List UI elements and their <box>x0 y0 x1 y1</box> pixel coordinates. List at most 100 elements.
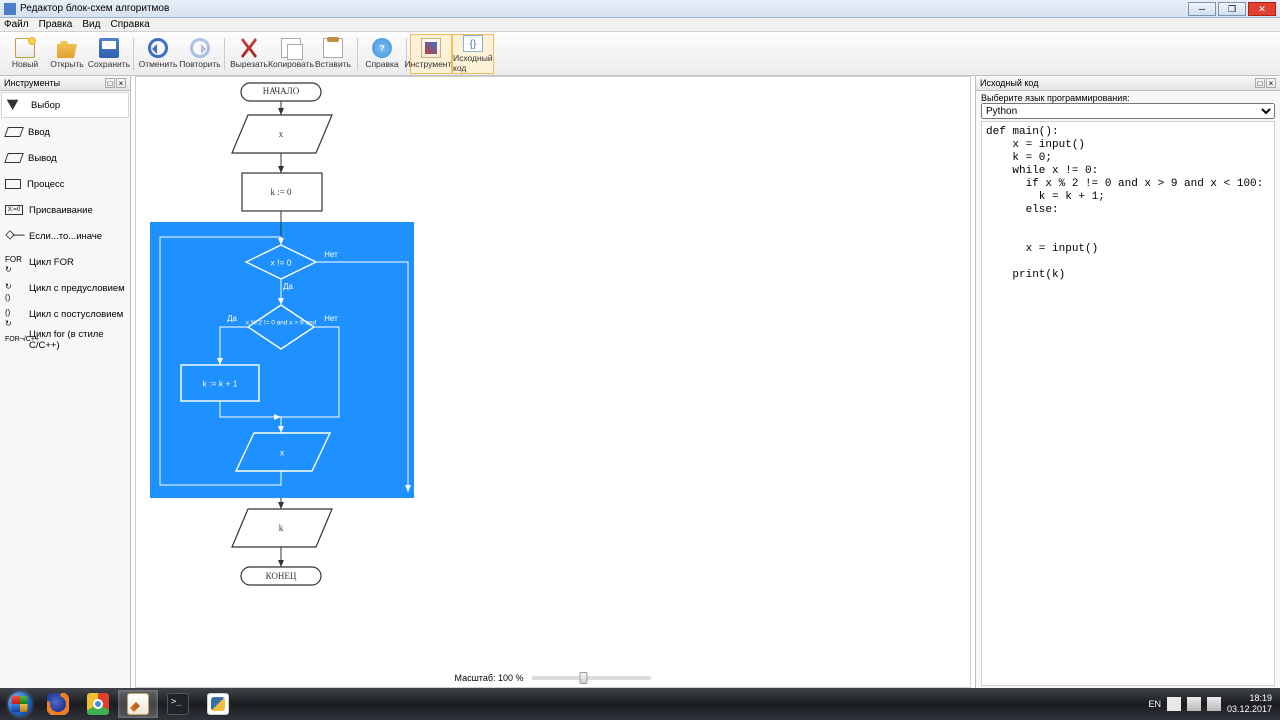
undo-label: Отменить <box>139 59 178 69</box>
tool-dowhile[interactable]: Цикл с постусловием <box>0 301 130 327</box>
tool-label: Если...то...иначе <box>29 231 102 242</box>
cursor-icon <box>7 98 25 112</box>
menu-bar: Файл Правка Вид Справка <box>0 18 1280 32</box>
parallelogram-icon <box>4 153 24 163</box>
save-icon <box>99 38 119 58</box>
tool-input[interactable]: Ввод <box>0 119 130 145</box>
new-button[interactable]: Новый <box>4 34 46 74</box>
window-title: Редактор блок-схем алгоритмов <box>20 3 169 14</box>
cut-button[interactable]: Вырезать <box>228 34 270 74</box>
windows-icon <box>8 692 32 716</box>
terminal-icon <box>167 693 189 715</box>
panel-close-button[interactable]: × <box>1266 78 1276 88</box>
cond2-yes-label: Да <box>227 314 237 323</box>
python-icon <box>207 693 229 715</box>
flowchart-proc-kpp-label: k := k + 1 <box>203 378 238 388</box>
paste-icon <box>323 38 343 58</box>
taskbar-terminal[interactable] <box>158 690 198 718</box>
tools-panel-title: Инструменты <box>4 78 60 88</box>
canvas[interactable]: НАЧАЛО x k := 0 x != 0 Нет Да x % 2 != 0… <box>135 76 971 688</box>
panel-pin-button[interactable]: □ <box>105 78 115 88</box>
copy-button[interactable]: Копировать <box>270 34 312 74</box>
paste-button[interactable]: Вставить <box>312 34 354 74</box>
menu-file[interactable]: Файл <box>4 19 29 30</box>
copy-label: Копировать <box>268 59 314 69</box>
start-button[interactable] <box>2 690 38 718</box>
panel-pin-button[interactable]: □ <box>1255 78 1265 88</box>
open-icon <box>57 38 77 58</box>
tool-label: Ввод <box>28 127 50 138</box>
menu-edit[interactable]: Правка <box>39 19 73 30</box>
source-code-view[interactable]: def main(): x = input() k = 0; while x !… <box>981 121 1275 686</box>
tray-clock[interactable]: 18:19 03.12.2017 <box>1227 693 1272 715</box>
open-label: Открыть <box>50 59 83 69</box>
tool-select[interactable]: Выбор <box>1 92 129 118</box>
tool-cfor[interactable]: Цикл for (в стиле C/C++) <box>0 327 130 353</box>
language-select[interactable]: Python <box>981 103 1275 119</box>
source-panel-title: Исходный код <box>980 78 1039 88</box>
rect-icon <box>5 179 21 189</box>
cfor-icon <box>5 333 23 347</box>
flowchart-proc-k0-label: k := 0 <box>270 187 292 197</box>
tool-assign[interactable]: Присваивание <box>0 197 130 223</box>
cond1-no-label: Нет <box>324 250 338 259</box>
undo-button[interactable]: Отменить <box>137 34 179 74</box>
save-button[interactable]: Сохранить <box>88 34 130 74</box>
tool-for[interactable]: Цикл FOR <box>0 249 130 275</box>
tool-while[interactable]: Цикл с предусловием <box>0 275 130 301</box>
cond1-yes-label: Да <box>283 282 293 291</box>
taskbar-editor[interactable] <box>118 690 158 718</box>
tray-flag-icon[interactable] <box>1167 697 1181 711</box>
tool-output[interactable]: Вывод <box>0 145 130 171</box>
code-icon <box>463 35 483 52</box>
tool-label: Процесс <box>27 179 65 190</box>
taskbar-python[interactable] <box>198 690 238 718</box>
tray-volume-icon[interactable] <box>1207 697 1221 711</box>
source-label: Исходный код <box>453 53 493 73</box>
open-button[interactable]: Открыть <box>46 34 88 74</box>
tray-date: 03.12.2017 <box>1227 704 1272 715</box>
tools-toggle-button[interactable]: Инструменты <box>410 34 452 74</box>
tool-ifelse[interactable]: Если...то...иначе <box>0 223 130 249</box>
loop-icon <box>5 255 23 269</box>
zoom-slider[interactable] <box>532 676 652 680</box>
tool-label: Цикл FOR <box>29 257 74 268</box>
window-titlebar: Редактор блок-схем алгоритмов ─ ❐ ✕ <box>0 0 1280 18</box>
minimize-button[interactable]: ─ <box>1188 2 1216 16</box>
flowchart-end-label: КОНЕЦ <box>266 571 297 581</box>
redo-label: Повторить <box>179 59 221 69</box>
zoom-thumb[interactable] <box>580 672 588 684</box>
tools-icon <box>421 38 441 58</box>
zoom-label: Масштаб: 100 % <box>454 673 523 683</box>
tool-label: Присваивание <box>29 205 93 216</box>
help-icon <box>372 38 392 58</box>
menu-view[interactable]: Вид <box>82 19 100 30</box>
source-toggle-button[interactable]: Исходный код <box>452 34 494 74</box>
tray-time: 18:19 <box>1227 693 1272 704</box>
tool-process[interactable]: Процесс <box>0 171 130 197</box>
main-area: Инструменты □ × Выбор Ввод Вывод Процесс… <box>0 76 1280 688</box>
flowchart-start-label: НАЧАЛО <box>263 86 300 96</box>
language-row: Выберите язык программирования: Python <box>976 91 1280 119</box>
help-button[interactable]: Справка <box>361 34 403 74</box>
zoom-bar: Масштаб: 100 % <box>454 673 651 683</box>
editor-icon <box>127 693 149 715</box>
taskbar: EN 18:19 03.12.2017 <box>0 688 1280 720</box>
maximize-button[interactable]: ❐ <box>1218 2 1246 16</box>
taskbar-firefox[interactable] <box>38 690 78 718</box>
tray-network-icon[interactable] <box>1187 697 1201 711</box>
app-icon <box>4 3 16 15</box>
cut-label: Вырезать <box>230 59 268 69</box>
redo-button[interactable]: Повторить <box>179 34 221 74</box>
panel-close-button[interactable]: × <box>116 78 126 88</box>
parallelogram-icon <box>4 127 24 137</box>
tray-lang[interactable]: EN <box>1148 699 1161 709</box>
tools-panel-header: Инструменты □ × <box>0 76 130 91</box>
cut-icon <box>239 38 259 58</box>
flowchart-input-x-label: x <box>279 129 284 139</box>
taskbar-chrome[interactable] <box>78 690 118 718</box>
close-button[interactable]: ✕ <box>1248 2 1276 16</box>
menu-help[interactable]: Справка <box>110 19 149 30</box>
source-panel-header: Исходный код □ × <box>976 76 1280 91</box>
flowchart-output-k-label: k <box>279 523 284 533</box>
